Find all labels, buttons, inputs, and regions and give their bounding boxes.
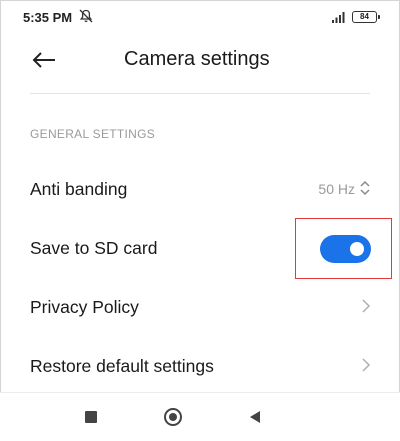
- recent-apps-icon[interactable]: [85, 411, 97, 423]
- setting-label: Anti banding: [30, 179, 128, 199]
- chevron-right-icon: [362, 299, 371, 313]
- signal-bars-icon: [332, 12, 345, 23]
- setting-label: Restore default settings: [30, 356, 214, 376]
- section-title: GENERAL SETTINGS: [30, 127, 156, 141]
- status-time: 5:35 PM: [23, 10, 73, 25]
- battery-icon: 84: [352, 11, 380, 23]
- notifications-off-icon: [79, 9, 93, 23]
- save-to-sd-toggle[interactable]: [320, 235, 371, 263]
- app-header: Camera settings: [0, 38, 400, 84]
- header-divider: [30, 93, 370, 94]
- battery-level: 84: [360, 12, 369, 21]
- setting-value: 50 Hz: [318, 181, 355, 197]
- home-icon[interactable]: [164, 408, 182, 426]
- toggle-knob: [350, 242, 364, 256]
- unfold-icon: [360, 180, 370, 196]
- setting-privacy-policy[interactable]: Privacy Policy: [0, 280, 400, 336]
- chevron-right-icon: [362, 358, 371, 372]
- setting-label: Save to SD card: [30, 238, 158, 258]
- setting-restore-defaults[interactable]: Restore default settings: [0, 339, 400, 395]
- setting-label: Privacy Policy: [30, 297, 139, 317]
- system-nav-bar: [0, 392, 400, 441]
- status-bar: 5:35 PM 84: [0, 0, 400, 34]
- arrow-left-icon[interactable]: [30, 48, 58, 72]
- back-icon[interactable]: [248, 410, 262, 424]
- setting-anti-banding[interactable]: Anti banding 50 Hz: [0, 162, 400, 218]
- page-title: Camera settings: [124, 48, 270, 70]
